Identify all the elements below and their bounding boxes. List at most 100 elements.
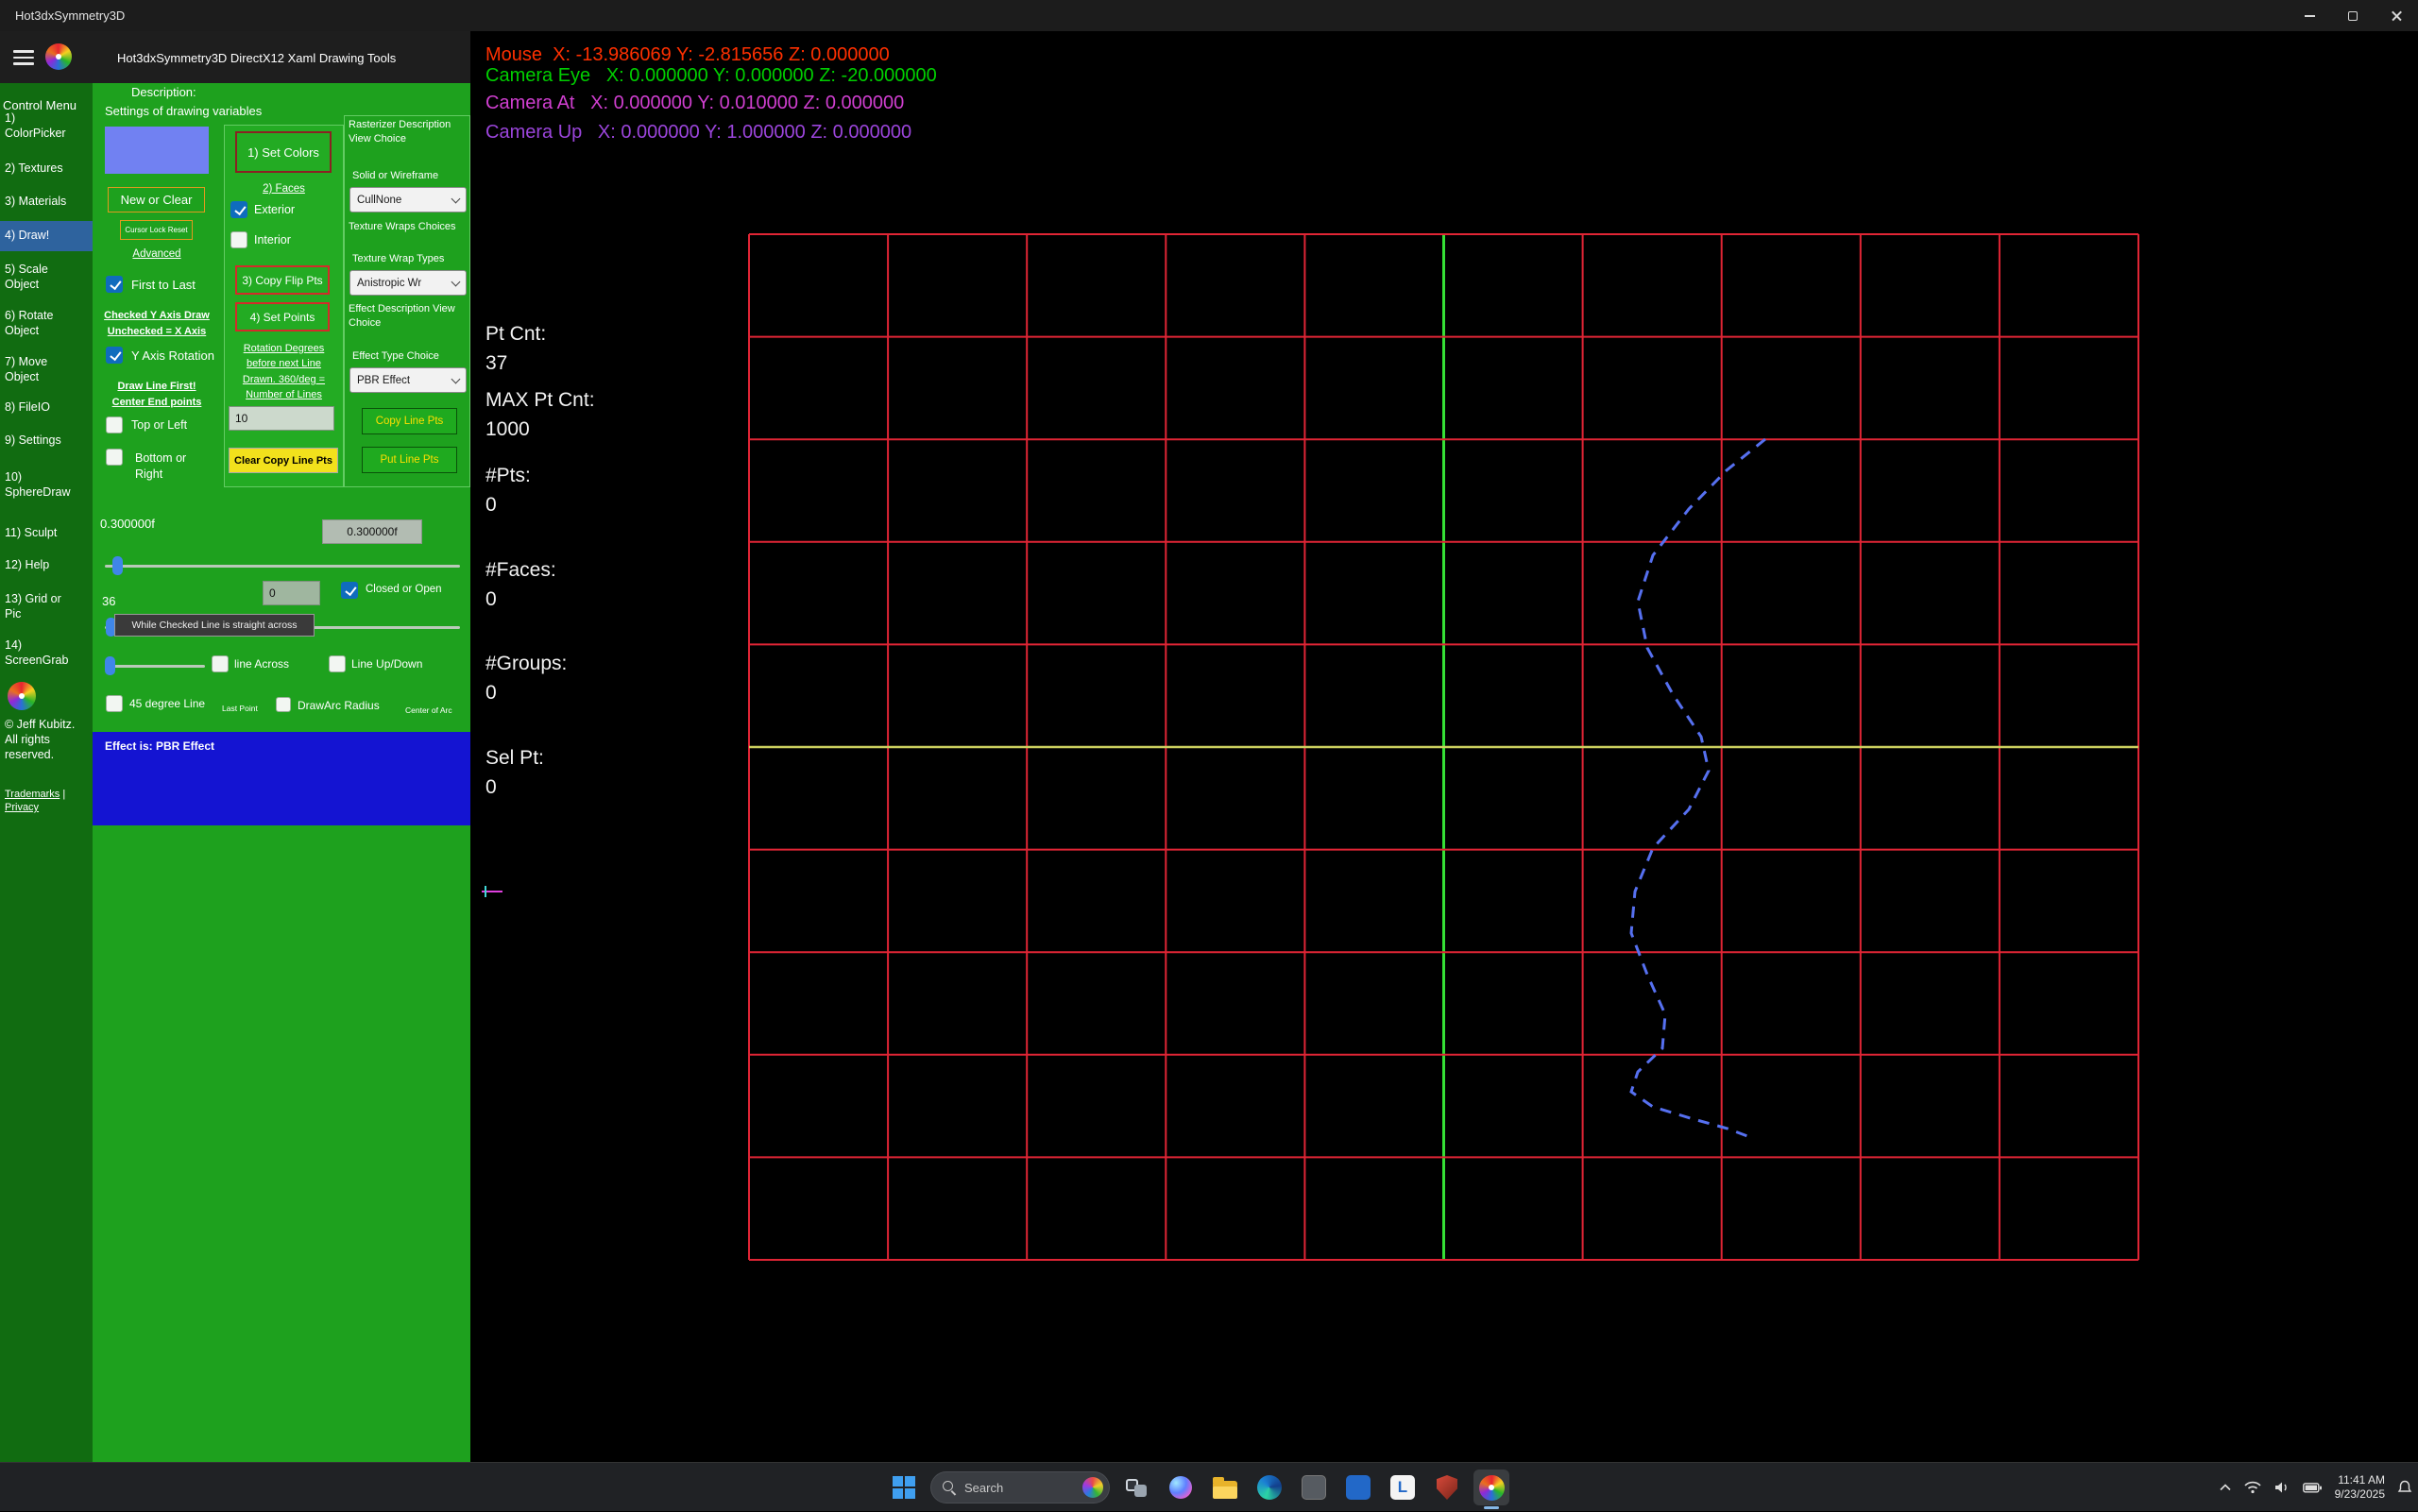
app-button-1[interactable] (1296, 1470, 1332, 1505)
line-up-down-checkbox[interactable] (329, 655, 346, 672)
across-slider-thumb[interactable] (105, 656, 115, 675)
exterior-label: Exterior (254, 203, 295, 216)
start-button[interactable] (886, 1470, 922, 1505)
app-logo-icon (45, 43, 72, 70)
blue-app-icon (1346, 1475, 1371, 1500)
first-to-last-checkbox[interactable] (106, 276, 123, 293)
wifi-button[interactable] (2244, 1481, 2261, 1494)
sidebar-item-2[interactable]: 2) Textures (0, 154, 93, 184)
sidebar-item-7[interactable]: 7) Move Object (0, 348, 93, 392)
sidebar-item-1[interactable]: 1) ColorPicker (0, 104, 93, 148)
sidebar-item-6[interactable]: 6) Rotate Object (0, 301, 93, 346)
interior-checkbox[interactable] (230, 231, 247, 248)
sidebar-item-5[interactable]: 5) Scale Object (0, 255, 93, 299)
copy-line-pts-button[interactable]: Copy Line Pts (362, 408, 457, 434)
deg45-line-checkbox[interactable] (106, 695, 123, 712)
security-app-button[interactable] (1429, 1470, 1465, 1505)
sidebar-item-8[interactable]: 8) FileIO (0, 393, 93, 423)
windows-logo-icon (893, 1476, 915, 1499)
straight-line-tooltip: While Checked Line is straight across (114, 614, 315, 637)
across-slider-track[interactable] (105, 665, 205, 668)
notification-button[interactable] (2397, 1480, 2412, 1495)
cull-mode-dropdown[interactable]: CullNone (349, 187, 467, 212)
texture-wrap-dropdown[interactable]: Anistropic Wr (349, 270, 467, 296)
rotation-degrees-link[interactable]: Rotation Degrees before next Line Drawn.… (225, 341, 343, 402)
texture-wrap-label: Texture Wrap Types (352, 253, 444, 264)
sidebar-item-12[interactable]: 12) Help (0, 551, 93, 581)
set-points-button[interactable]: 4) Set Points (235, 302, 330, 331)
top-or-left-checkbox[interactable] (106, 416, 123, 433)
edge-button[interactable] (1252, 1470, 1287, 1505)
chevron-up-icon (2219, 1484, 2232, 1491)
line-across-checkbox[interactable] (212, 655, 229, 672)
faces-link[interactable]: 2) Faces (225, 183, 343, 195)
taskbar-search[interactable]: Search (930, 1471, 1110, 1504)
degrees-input[interactable] (229, 406, 334, 431)
file-explorer-button[interactable] (1207, 1470, 1243, 1505)
drawing-canvas[interactable]: Mouse X: -13.986069 Y: -2.815656 Z: 0.00… (470, 31, 2418, 1462)
settings-label: Settings of drawing variables (105, 104, 262, 118)
sidebar-item-14[interactable]: 14) ScreenGrab (0, 631, 93, 675)
sidebar-item-11[interactable]: 11) Sculpt (0, 518, 93, 549)
taskbar-clock[interactable]: 11:41 AM 9/23/2025 (2335, 1473, 2385, 1502)
close-button[interactable] (2375, 0, 2418, 31)
scale-slider-thumb[interactable] (112, 556, 123, 575)
task-view-button[interactable] (1118, 1470, 1154, 1505)
bottom-or-right-checkbox[interactable] (106, 449, 123, 466)
cursor-lock-reset-button[interactable]: Cursor Lock Reset (120, 220, 193, 240)
maximize-icon (2348, 11, 2358, 21)
put-line-pts-button[interactable]: Put Line Pts (362, 447, 457, 473)
app-button-l[interactable]: L (1385, 1470, 1421, 1505)
hot3dx-app-button[interactable] (1473, 1470, 1509, 1505)
sidebar-logo-icon (8, 682, 36, 710)
sidebar-item-3[interactable]: 3) Materials (0, 187, 93, 217)
camera-up-coordinates: Camera Up X: 0.000000 Y: 1.000000 Z: 0.0… (485, 122, 911, 144)
exterior-checkbox[interactable] (230, 201, 247, 218)
sidebar-item-4[interactable]: 4) Draw! (0, 221, 93, 251)
clear-copy-line-pts-button[interactable]: Clear Copy Line Pts (229, 448, 338, 473)
sidebar: Control Menu 1) ColorPicker2) Textures3)… (0, 83, 93, 1462)
draw-arc-checkbox[interactable] (276, 697, 291, 712)
copilot-button[interactable] (1163, 1470, 1199, 1505)
stat-max-pt-cnt: MAX Pt Cnt:1000 (485, 385, 595, 444)
sidebar-item-10[interactable]: 10) SphereDraw (0, 463, 93, 507)
notification-bell-icon (2397, 1480, 2412, 1495)
app-header-title: Hot3dxSymmetry3D DirectX12 Xaml Drawing … (117, 51, 396, 65)
rasterizer-heading: Rasterizer Description View Choice (349, 118, 451, 146)
draw-line-first-link[interactable]: Draw Line First! Center End points (93, 379, 221, 410)
first-to-last-label: First to Last (131, 278, 196, 292)
effect-type-dropdown[interactable]: PBR Effect (349, 367, 467, 393)
volume-button[interactable] (2273, 1481, 2290, 1494)
effect-status-panel: Effect is: PBR Effect (93, 732, 470, 825)
chevron-down-icon (451, 374, 461, 383)
copyright-text: © Jeff Kubitz. All rights reserved. (5, 717, 75, 762)
description-label: Description: (131, 85, 196, 99)
copy-flip-pts-button[interactable]: 3) Copy Flip Pts (235, 265, 330, 295)
sidebar-item-9[interactable]: 9) Settings (0, 426, 93, 456)
new-or-clear-button[interactable]: New or Clear (108, 187, 205, 212)
app-button-2[interactable] (1340, 1470, 1376, 1505)
zero-input[interactable] (263, 581, 320, 605)
tray-chevron-button[interactable] (2219, 1484, 2232, 1491)
y-axis-rotation-checkbox[interactable] (106, 347, 123, 364)
maximize-button[interactable] (2331, 0, 2375, 31)
closed-or-open-checkbox[interactable] (341, 582, 358, 599)
search-highlight-icon (1082, 1477, 1103, 1498)
set-colors-button[interactable]: 1) Set Colors (235, 131, 332, 173)
rotation-count-label: 36 (102, 594, 115, 608)
sidebar-item-13[interactable]: 13) Grid or Pic (0, 585, 93, 629)
color-swatch[interactable] (105, 127, 209, 174)
minimize-button[interactable] (2288, 0, 2331, 31)
battery-button[interactable] (2303, 1483, 2323, 1493)
deg45-line-label: 45 degree Line (129, 697, 205, 710)
window-title: Hot3dxSymmetry3D (15, 8, 125, 23)
clock-date: 9/23/2025 (2335, 1487, 2385, 1502)
y-axis-draw-link[interactable]: Checked Y Axis Draw Unchecked = X Axis (93, 308, 221, 339)
chevron-down-icon (451, 277, 461, 286)
volume-icon (2273, 1481, 2290, 1494)
hamburger-menu-icon[interactable] (13, 50, 34, 65)
scale-slider-track[interactable] (105, 565, 460, 568)
advanced-link[interactable]: Advanced (93, 248, 221, 260)
trademarks-link[interactable]: Trademarks (5, 789, 60, 800)
privacy-link[interactable]: Privacy (5, 802, 39, 813)
